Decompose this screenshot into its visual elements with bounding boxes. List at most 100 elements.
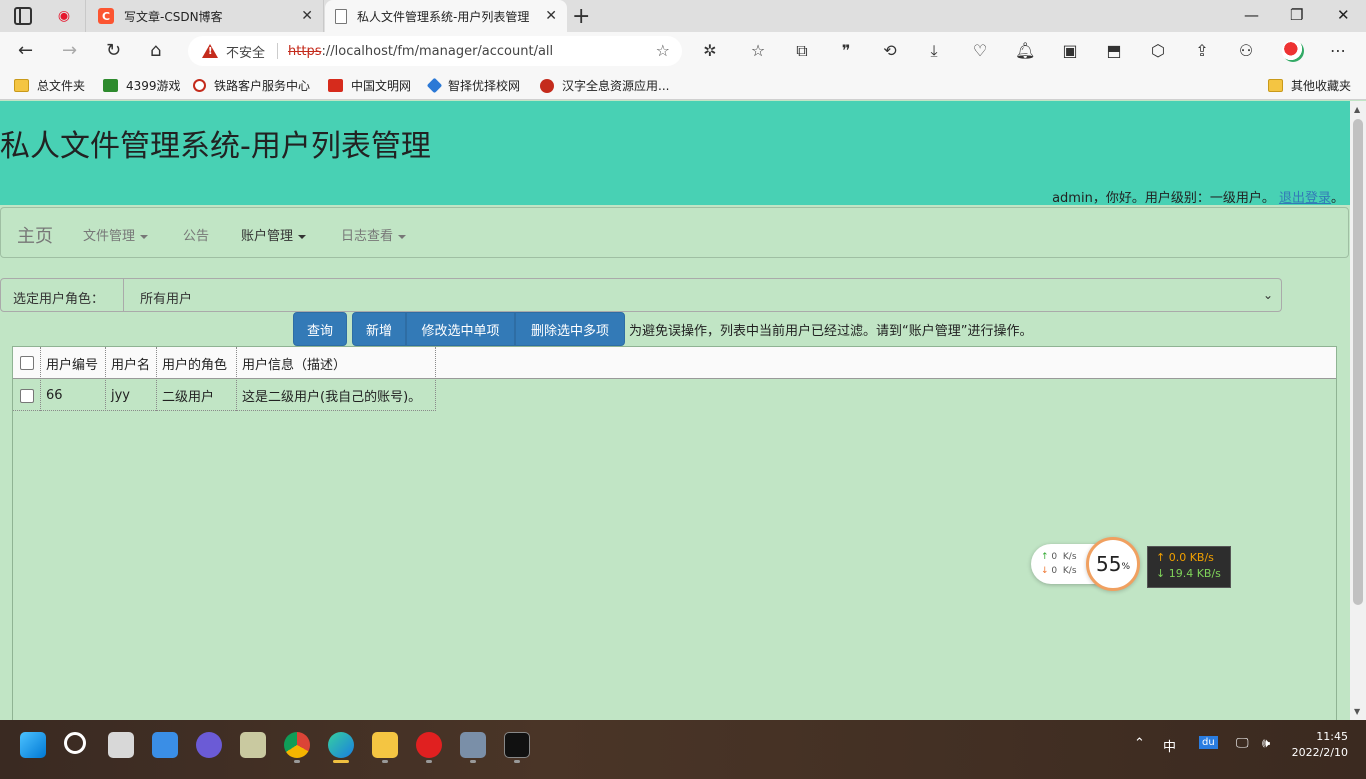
download-rate: ↓ 0 K/s: [1041, 566, 1077, 576]
close-icon[interactable]: ✕: [301, 8, 313, 24]
other-bookmarks[interactable]: 其他收藏夹: [1268, 77, 1351, 94]
user-greeting: admin，你好。用户级别：一级用户。: [1052, 191, 1275, 206]
speed-monitor[interactable]: ↑ 0.0 KB/s ↓ 19.4 KB/s: [1147, 546, 1231, 588]
bookmark-item[interactable]: 铁路客户服务中心: [193, 77, 310, 94]
network-icon[interactable]: 🖵︎: [1236, 736, 1249, 751]
scroll-thumb[interactable]: [1353, 119, 1363, 605]
tab-actions-icon[interactable]: [14, 7, 32, 25]
forward-icon[interactable]: →: [62, 40, 77, 61]
delete-selected-button[interactable]: 删除选中多项: [515, 312, 625, 346]
health-icon[interactable]: ♡: [970, 41, 990, 60]
quote-icon[interactable]: ❞: [836, 41, 856, 60]
workspaces-icon[interactable]: ⚇: [1236, 41, 1256, 60]
scroll-down-icon[interactable]: ▼: [1354, 707, 1360, 716]
row-checkbox[interactable]: [20, 388, 34, 403]
chrome-icon[interactable]: [284, 732, 310, 758]
running-indicator: [426, 760, 432, 763]
home-icon[interactable]: ⌂: [150, 40, 161, 61]
new-tab-icon[interactable]: +: [572, 4, 590, 29]
page-header: 私人文件管理系统-用户列表管理 admin，你好。用户级别：一级用户。 退出登录…: [0, 101, 1350, 206]
refresh-icon[interactable]: ↻: [106, 40, 121, 61]
ime-indicator[interactable]: 中: [1163, 736, 1176, 755]
tab-active[interactable]: 私人文件管理系统-用户列表管理 ✕: [325, 0, 567, 32]
tab-csdn[interactable]: C 写文章-CSDN博客 ✕: [88, 0, 324, 32]
bookmark-item[interactable]: 汉字全息资源应用...: [540, 77, 669, 94]
volume-icon[interactable]: 🕪︎: [1262, 736, 1270, 751]
restore-icon[interactable]: ❐: [1290, 6, 1303, 24]
filter-hint: 为避免误操作，列表中当前用户已经过滤。请到“账户管理”进行操作。: [629, 323, 1033, 339]
speed-up: ↑ 0.0 KB/s: [1156, 551, 1214, 564]
add-button[interactable]: 新增: [352, 312, 406, 346]
bookmark-item[interactable]: 总文件夹: [14, 77, 85, 94]
more-icon[interactable]: ⋯: [1328, 41, 1348, 60]
nav-account-management[interactable]: 账户管理: [241, 225, 307, 244]
column-header[interactable]: 用户信息（描述）: [237, 347, 436, 379]
favorites-icon[interactable]: ☆: [748, 41, 768, 60]
role-select[interactable]: 所有用户 ⌄: [124, 278, 1282, 312]
extensions-icon[interactable]: ✲: [700, 41, 720, 60]
app-icon[interactable]: [240, 732, 266, 758]
minimize-icon[interactable]: —: [1244, 6, 1259, 24]
back-icon[interactable]: ←: [18, 40, 33, 61]
column-header[interactable]: 用户编号: [41, 347, 106, 379]
nav-log-view[interactable]: 日志查看: [341, 225, 407, 244]
chat-icon[interactable]: [196, 732, 222, 758]
share-icon[interactable]: ⇪: [1192, 41, 1212, 60]
running-indicator: [382, 760, 388, 763]
math-solver-icon[interactable]: ▣: [1060, 41, 1080, 60]
page-scrollbar[interactable]: ▲ ▼: [1350, 101, 1366, 720]
chevron-up-icon[interactable]: ⌃: [1134, 736, 1145, 751]
add-favorite-icon[interactable]: ☆: [656, 41, 670, 60]
history-icon[interactable]: ⟲: [880, 41, 900, 60]
task-view-icon[interactable]: [108, 732, 134, 758]
memory-gauge[interactable]: 55%: [1086, 537, 1140, 591]
screenshot-icon[interactable]: ⬒: [1104, 41, 1124, 60]
tab-weibo[interactable]: ◉: [46, 0, 86, 32]
caret-down-icon: [140, 234, 149, 239]
nav-brand-home[interactable]: 主页: [17, 222, 53, 248]
active-indicator: [333, 760, 349, 763]
column-header[interactable]: 用户的角色: [157, 347, 237, 379]
url-input[interactable]: 不安全 https ://localhost/fm/manager/accoun…: [188, 36, 682, 66]
cell-role: 二级用户: [157, 380, 237, 411]
rate-unit: K/s: [1062, 566, 1077, 576]
logout-link[interactable]: 退出登录: [1279, 191, 1331, 206]
close-icon[interactable]: ✕: [545, 8, 557, 24]
browser-essentials-icon[interactable]: ⬡: [1148, 41, 1168, 60]
nav-announcement[interactable]: 公告: [183, 225, 209, 244]
chevron-down-icon: ⌄: [1262, 288, 1273, 302]
scroll-up-icon[interactable]: ▲: [1354, 105, 1360, 114]
security-label[interactable]: 不安全: [226, 42, 265, 61]
bookmark-label: 中国文明网: [351, 79, 412, 93]
select-all-checkbox[interactable]: [20, 356, 34, 370]
calculator-icon[interactable]: [460, 732, 486, 758]
row-select-cell: [13, 380, 41, 411]
terminal-icon[interactable]: [504, 732, 530, 758]
column-header[interactable]: 用户名: [106, 347, 157, 379]
bookmark-item[interactable]: 中国文明网: [328, 77, 411, 94]
tab-strip: ◉ C 写文章-CSDN博客 ✕ 私人文件管理系统-用户列表管理 ✕ + — ❐…: [0, 0, 1366, 32]
widgets-icon[interactable]: [152, 732, 178, 758]
file-explorer-icon[interactable]: [372, 732, 398, 758]
notifications-icon[interactable]: 🔔︎: [1015, 41, 1035, 60]
netease-music-icon[interactable]: [416, 732, 442, 758]
baidu-icon[interactable]: du: [1199, 736, 1218, 749]
search-icon[interactable]: [64, 732, 86, 754]
bookmark-label: 智择优择校网: [448, 79, 521, 93]
page-title: 私人文件管理系统-用户列表管理: [0, 129, 431, 164]
edit-selected-button[interactable]: 修改选中单项: [406, 312, 515, 346]
query-button[interactable]: 查询: [293, 312, 347, 346]
downloads-icon[interactable]: ⤓: [924, 41, 944, 61]
start-icon[interactable]: [20, 732, 46, 758]
profile-avatar[interactable]: [1282, 40, 1304, 62]
greeting-suffix: 。: [1330, 191, 1344, 206]
close-window-icon[interactable]: ✕: [1337, 6, 1350, 24]
table-row[interactable]: 66 jyy 二级用户 这是二级用户(我自己的账号)。: [13, 380, 436, 411]
bookmark-item[interactable]: 4399游戏: [103, 77, 181, 94]
bookmark-item[interactable]: 智择优择校网: [426, 77, 521, 94]
nav-file-management[interactable]: 文件管理: [83, 225, 149, 244]
edge-icon[interactable]: [328, 732, 354, 758]
collections-icon[interactable]: ⧉: [792, 41, 812, 61]
download-value: 0: [1051, 566, 1058, 576]
clock[interactable]: 11:45 2022/2/10: [1290, 729, 1348, 761]
